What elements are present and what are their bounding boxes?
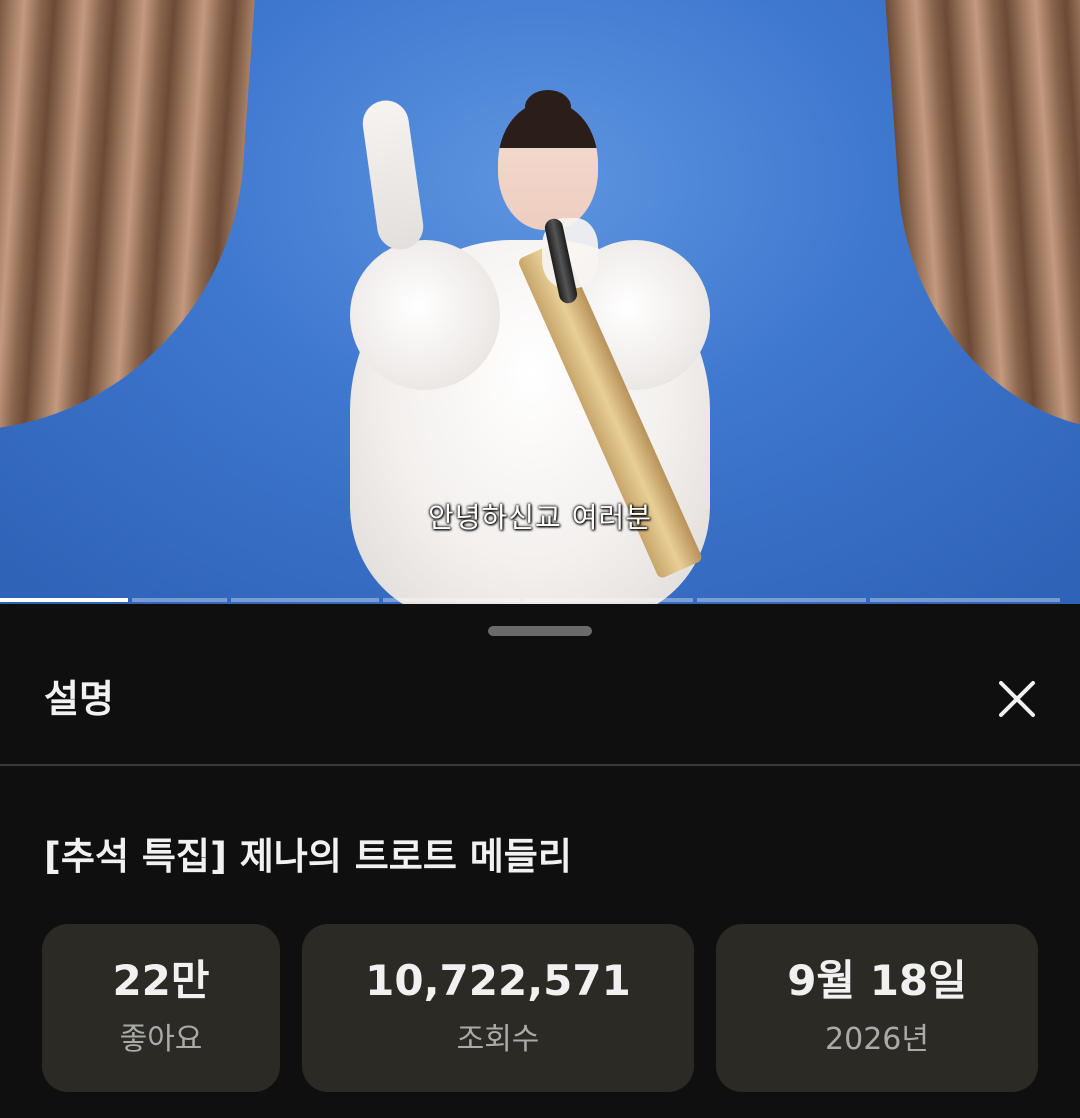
close-icon — [999, 681, 1035, 717]
chapter-segment[interactable] — [132, 598, 227, 602]
sheet-drag-handle[interactable] — [488, 626, 592, 636]
upload-year: 2026년 — [825, 1022, 929, 1058]
chapter-progress-fill — [0, 598, 128, 602]
views-label: 조회수 — [456, 1022, 540, 1058]
description-sheet: 설명 [추석 특집] 제나의 트로트 메들리 22만 좋아요 10,722,57… — [0, 604, 1080, 1118]
likes-stat: 22만 좋아요 — [42, 924, 280, 1092]
likes-count: 22만 — [112, 955, 210, 1005]
close-button[interactable] — [986, 668, 1048, 730]
chapter-segment[interactable] — [383, 598, 520, 602]
sheet-divider — [0, 764, 1080, 766]
chapter-segment[interactable] — [231, 598, 379, 602]
video-player[interactable]: 안녕하신교 여러분 — [0, 0, 1080, 604]
video-title: [추석 특집] 제나의 트로트 메들리 — [44, 835, 572, 878]
views-stat: 10,722,571 조회수 — [302, 924, 694, 1092]
upload-date: 9월 18일 — [787, 955, 967, 1005]
chapter-segment[interactable] — [0, 598, 128, 602]
video-subtitle: 안녕하신교 여러분 — [428, 501, 652, 534]
views-count: 10,722,571 — [365, 955, 631, 1005]
likes-label: 좋아요 — [119, 1022, 203, 1058]
stage-curtain-right — [884, 0, 1080, 430]
chapter-segment[interactable] — [524, 598, 693, 602]
stage-curtain-left — [0, 0, 256, 430]
chapter-segment[interactable] — [697, 598, 866, 602]
upload-date-stat: 9월 18일 2026년 — [716, 924, 1038, 1092]
chapter-segment[interactable] — [870, 598, 1060, 602]
sheet-title: 설명 — [44, 677, 114, 721]
